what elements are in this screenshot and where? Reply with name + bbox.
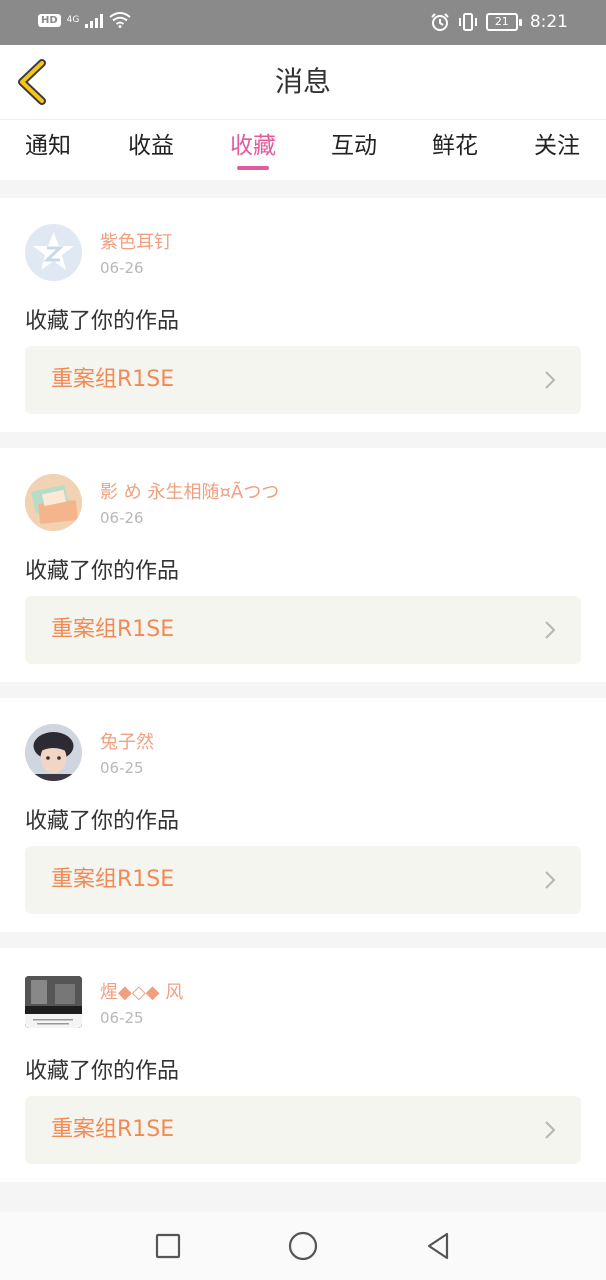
- message-card: 煋◆◇◆ 风 06-25 收藏了你的作品 重案组R1SE: [0, 948, 606, 1182]
- avatar[interactable]: [25, 724, 82, 781]
- chevron-right-icon: [545, 871, 556, 889]
- message-action: 收藏了你的作品: [25, 809, 180, 834]
- tab-notifications[interactable]: 通知: [0, 120, 98, 180]
- work-link[interactable]: 重案组R1SE: [25, 846, 581, 914]
- vibrate-icon: [458, 13, 477, 31]
- chevron-right-icon: [545, 621, 556, 639]
- battery-icon: 21: [485, 13, 522, 31]
- status-bar: HD 4G 21 8:21: [0, 0, 606, 45]
- home-button[interactable]: [286, 1229, 320, 1263]
- wifi-icon: [109, 12, 131, 28]
- tab-interactions[interactable]: 互动: [304, 120, 404, 180]
- tab-flowers[interactable]: 鲜花: [405, 120, 505, 180]
- message-date: 06-25: [100, 1009, 144, 1027]
- message-card: 紫色耳钉 06-26 收藏了你的作品 重案组R1SE: [0, 198, 606, 432]
- app-header: 消息: [0, 45, 606, 120]
- message-date: 06-26: [100, 259, 144, 277]
- message-card: 影 め 永生相随¤Ãつつ 06-26 收藏了你的作品 重案组R1SE: [0, 448, 606, 682]
- tab-label: 互动: [331, 133, 377, 159]
- tab-follows[interactable]: 关注: [507, 120, 606, 180]
- hd-badge: HD: [38, 13, 61, 27]
- battery-level: 21: [485, 13, 518, 31]
- message-date: 06-25: [100, 759, 144, 777]
- default-avatar-icon: [33, 232, 74, 270]
- chevron-right-icon: [545, 371, 556, 389]
- tab-label: 通知: [25, 133, 71, 159]
- network-type: 4G: [66, 15, 80, 25]
- avatar[interactable]: [25, 474, 82, 531]
- active-tab-indicator: [237, 166, 269, 170]
- tab-earnings[interactable]: 收益: [101, 120, 201, 180]
- tab-bar: 通知 收益 收藏 互动 鲜花 关注: [0, 120, 606, 180]
- clock: 8:21: [529, 12, 568, 32]
- page-title: 消息: [274, 65, 331, 98]
- message-card: 兔子然 06-25 收藏了你的作品 重案组R1SE: [0, 698, 606, 932]
- work-link[interactable]: 重案组R1SE: [25, 1096, 581, 1164]
- work-link[interactable]: 重案组R1SE: [25, 346, 581, 414]
- tab-label: 收藏: [230, 133, 276, 159]
- username[interactable]: 影 め 永生相随¤Ãつつ: [100, 478, 279, 504]
- work-title: 重案组R1SE: [51, 367, 175, 392]
- back-nav-button[interactable]: [421, 1229, 455, 1263]
- work-title: 重案组R1SE: [51, 617, 175, 642]
- username[interactable]: 紫色耳钉: [100, 228, 172, 254]
- work-title: 重案组R1SE: [51, 867, 175, 892]
- tab-favorites[interactable]: 收藏: [203, 120, 303, 180]
- signal-icon: [85, 12, 104, 28]
- system-nav-bar: [0, 1212, 606, 1280]
- message-action: 收藏了你的作品: [25, 309, 180, 334]
- square-icon: [155, 1233, 181, 1259]
- username[interactable]: 兔子然: [100, 728, 154, 754]
- work-link[interactable]: 重案组R1SE: [25, 596, 581, 664]
- message-action: 收藏了你的作品: [25, 559, 180, 584]
- message-action: 收藏了你的作品: [25, 1059, 180, 1084]
- circle-icon: [288, 1231, 318, 1261]
- avatar-image: [25, 724, 82, 781]
- message-date: 06-26: [100, 509, 144, 527]
- username[interactable]: 煋◆◇◆ 风: [100, 978, 183, 1004]
- status-right: 21 8:21: [430, 12, 568, 32]
- tab-label: 鲜花: [432, 133, 478, 159]
- work-title: 重案组R1SE: [51, 1117, 175, 1142]
- status-left: HD 4G: [38, 12, 131, 28]
- avatar-image: [25, 976, 82, 1028]
- avatar[interactable]: [25, 224, 82, 281]
- chevron-right-icon: [545, 1121, 556, 1139]
- triangle-back-icon: [427, 1232, 449, 1260]
- recent-apps-button[interactable]: [151, 1229, 185, 1263]
- avatar-image: [25, 474, 82, 531]
- alarm-icon: [431, 13, 449, 31]
- tab-label: 收益: [128, 133, 174, 159]
- tab-label: 关注: [534, 133, 580, 159]
- avatar[interactable]: [25, 976, 82, 1028]
